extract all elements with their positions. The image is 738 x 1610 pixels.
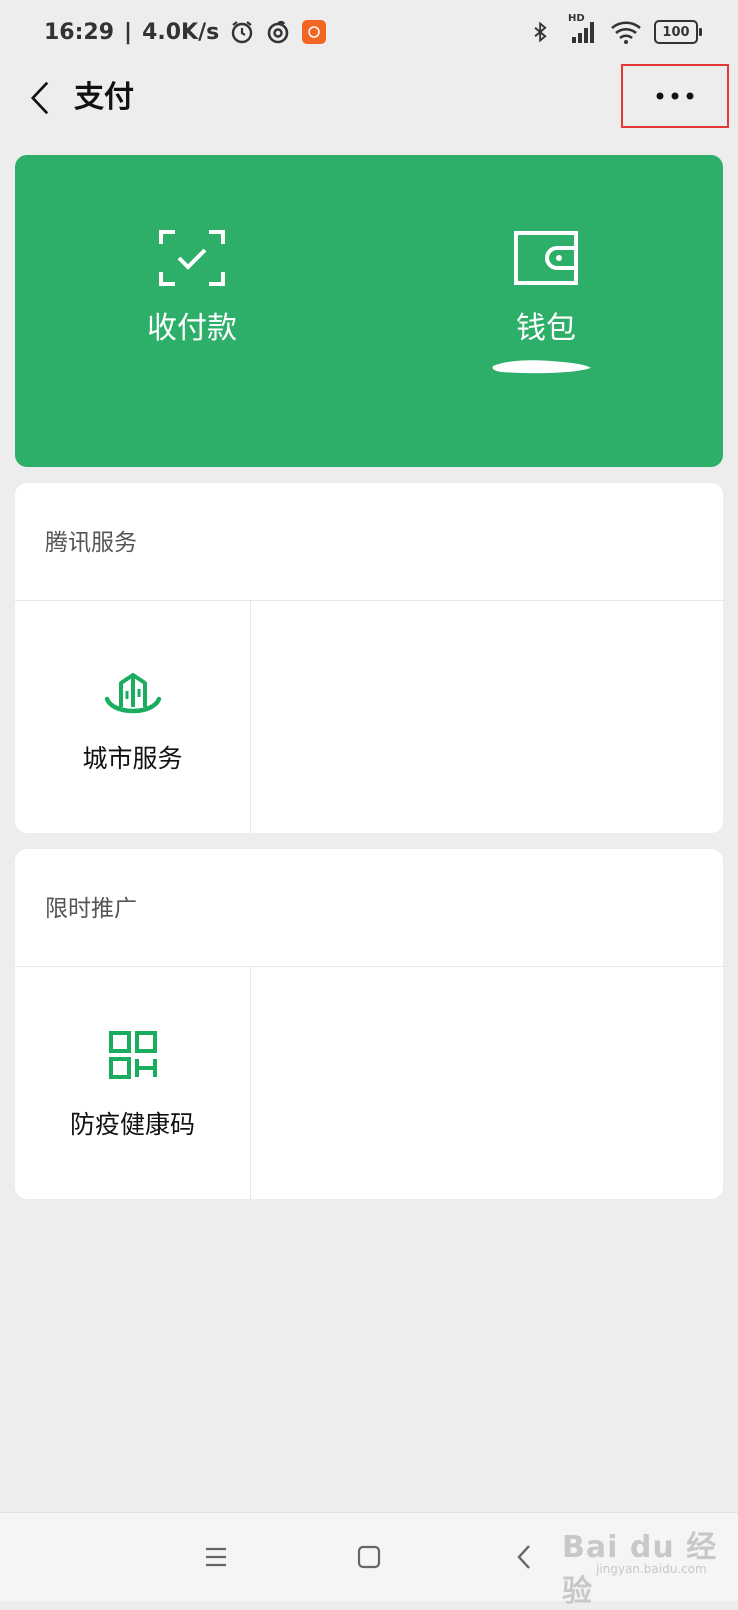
more-dots-icon [656,92,694,100]
netease-music-icon [265,19,291,45]
bluetooth-icon [530,19,556,45]
section-title: 限时推广 [45,896,137,922]
status-time: 16:29 [44,19,115,45]
menu-icon [206,1547,226,1567]
battery-level: 100 [662,24,690,40]
battery-icon: 100 [654,20,702,44]
system-back-button[interactable] [502,1535,546,1579]
collect-payment-label: 收付款 [147,311,237,346]
collect-payment-button[interactable]: 收付款 [15,155,369,467]
alarm-icon [229,19,255,45]
nav-bar: 支付 [0,62,738,134]
city-services-label: 城市服务 [82,744,183,773]
home-button[interactable] [347,1535,391,1579]
city-services-item[interactable]: 城市服务 [15,601,251,833]
city-services-icon [104,673,161,714]
more-button[interactable] [621,64,729,128]
section-title: 腾讯服务 [45,530,137,556]
recent-apps-button[interactable] [194,1535,238,1579]
redaction-scribble [492,360,591,374]
signal-hd-tag: HD [568,13,585,24]
tencent-services-section: 腾讯服务 城市服务 [15,483,723,833]
health-code-icon [108,1031,157,1079]
mi-app-icon [301,19,327,45]
promotion-section: 限时推广 防疫健康码 [15,849,723,1199]
status-bar: 16:29 | 4.0K/s HD 100 [0,0,738,62]
status-left: 16:29 | 4.0K/s [44,16,327,48]
page-title: 支付 [74,80,134,115]
wallet-icon [514,231,578,285]
wallet-button[interactable]: 钱包 [369,155,723,467]
scan-check-icon [159,230,225,286]
health-code-item[interactable]: 防疫健康码 [15,967,251,1199]
cellular-signal-icon: HD [568,13,598,45]
wallet-label: 钱包 [516,311,576,346]
health-code-label: 防疫健康码 [69,1110,195,1139]
network-speed: 4.0K/s [142,19,220,45]
status-separator: | [124,19,133,45]
wifi-icon [610,19,642,45]
back-button[interactable] [18,76,62,120]
home-icon [357,1545,381,1569]
watermark-url: jingyan.baidu.com [596,1562,707,1576]
status-right: HD 100 [530,13,702,46]
back-icon [517,1545,530,1569]
chevron-left-icon [30,81,49,115]
pay-card: 收付款 钱包 [15,155,723,467]
